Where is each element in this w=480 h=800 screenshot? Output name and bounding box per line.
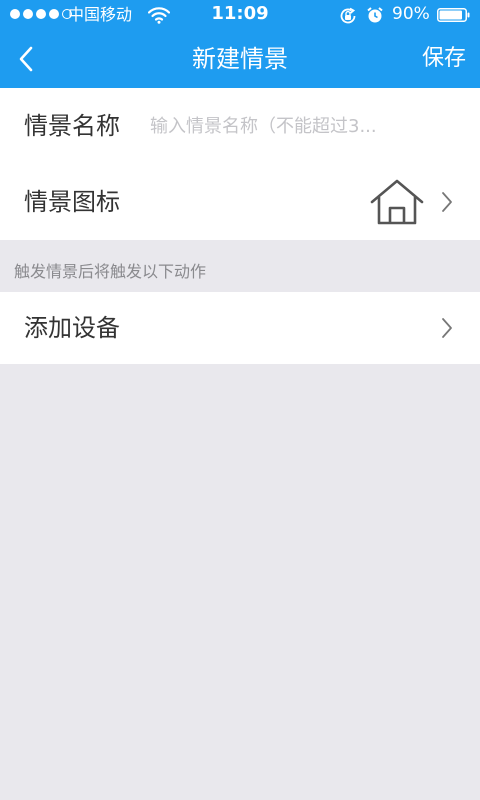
- actions-caption: 触发情景后将触发以下动作: [14, 262, 207, 281]
- page-title: 新建情景: [192, 45, 288, 73]
- scene-settings-section: 情景名称 情景图标: [0, 88, 480, 240]
- top-bar: 中国移动 11:09 90% 新建情景 保存: [0, 0, 480, 88]
- scene-name-row[interactable]: 情景名称: [0, 88, 480, 164]
- scene-name-input[interactable]: [150, 110, 450, 142]
- navigation-bar: 新建情景 保存: [0, 30, 480, 88]
- add-device-label: 添加设备: [24, 314, 120, 342]
- chevron-left-icon: [19, 46, 33, 72]
- actions-section: 添加设备: [0, 292, 480, 364]
- alarm-icon: [367, 7, 383, 23]
- battery-percent: 90%: [392, 4, 430, 24]
- add-device-row[interactable]: 添加设备: [0, 292, 480, 364]
- scene-icon-row[interactable]: 情景图标: [0, 164, 480, 240]
- save-button[interactable]: 保存: [422, 30, 466, 88]
- scene-name-label: 情景名称: [24, 112, 120, 140]
- chevron-right-icon: [442, 318, 452, 338]
- back-button[interactable]: [0, 30, 52, 88]
- rotation-lock-icon: [340, 7, 356, 24]
- chevron-right-icon: [442, 192, 452, 212]
- status-bar: 中国移动 11:09 90%: [0, 0, 480, 30]
- scene-icon-label: 情景图标: [24, 188, 120, 216]
- home-icon: [370, 179, 424, 225]
- battery-icon: [437, 8, 470, 22]
